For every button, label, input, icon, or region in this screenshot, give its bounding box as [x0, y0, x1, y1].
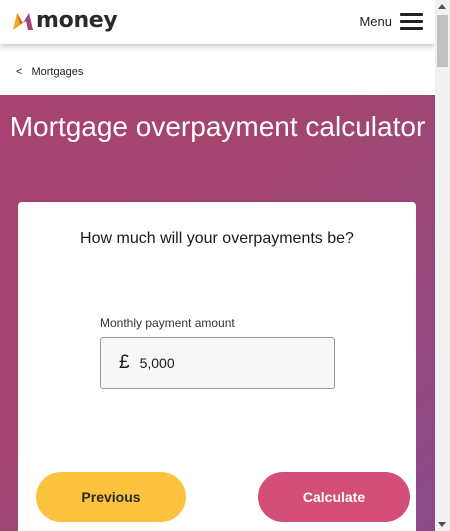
- page-viewport: money Menu < Mortgages Mortgage overpaym…: [0, 0, 435, 531]
- breadcrumb-link-mortgages[interactable]: Mortgages: [31, 66, 83, 78]
- hamburger-icon: [400, 11, 423, 31]
- scrollbar[interactable]: [435, 0, 450, 531]
- money-logo-mark-icon: [13, 13, 33, 30]
- breadcrumb: < Mortgages: [16, 66, 83, 78]
- menu-button[interactable]: Menu: [359, 11, 423, 31]
- monthly-payment-label: Monthly payment amount: [100, 316, 235, 330]
- amount-value: 5,000: [139, 355, 175, 371]
- page-title: Mortgage overpayment calculator: [9, 111, 426, 142]
- site-header: money Menu: [0, 0, 435, 44]
- calculate-button[interactable]: Calculate: [258, 472, 410, 522]
- scroll-up-arrow-icon[interactable]: [438, 4, 446, 9]
- monthly-payment-input[interactable]: £ 5,000: [100, 337, 335, 389]
- question-heading: How much will your overpayments be?: [80, 230, 354, 247]
- previous-button[interactable]: Previous: [36, 472, 186, 522]
- menu-label: Menu: [359, 13, 392, 29]
- scrollbar-thumb[interactable]: [437, 15, 448, 67]
- logo-text: money: [36, 8, 118, 33]
- chevron-left-icon: <: [16, 66, 23, 78]
- logo[interactable]: money: [12, 8, 118, 33]
- pound-icon: £: [119, 352, 130, 373]
- scroll-down-arrow-icon[interactable]: [438, 522, 446, 527]
